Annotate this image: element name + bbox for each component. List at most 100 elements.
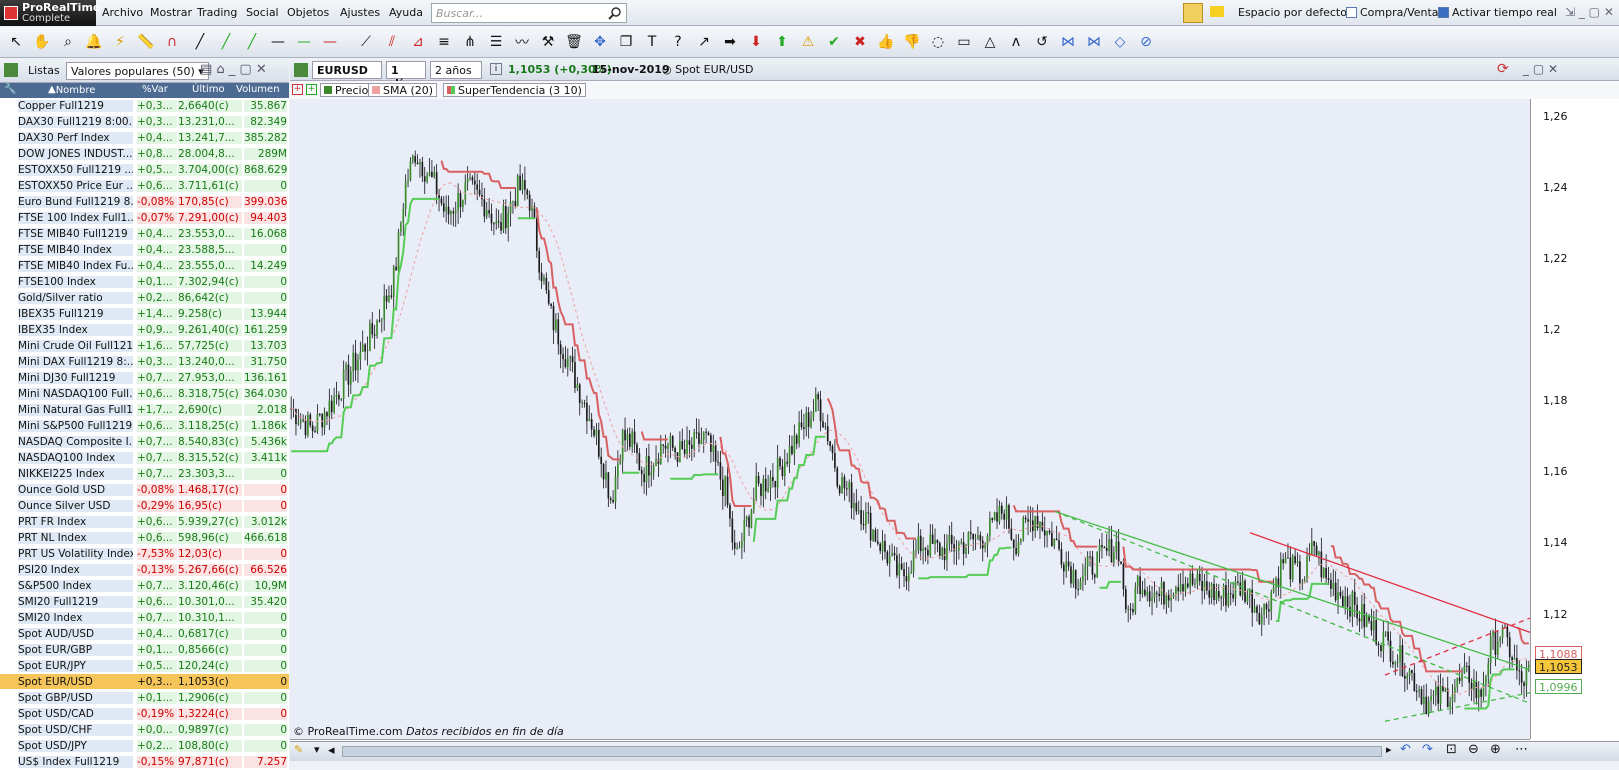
list-item[interactable]: Gold/Silver ratio +0,2... 86,642(c) 0 bbox=[0, 290, 289, 306]
channel2-icon[interactable]: ⊿ bbox=[408, 32, 428, 52]
triangle-icon[interactable]: △ bbox=[980, 32, 1000, 52]
settings-icon[interactable]: 🔧 bbox=[4, 84, 16, 95]
remove-indicator-icon[interactable]: + bbox=[292, 84, 303, 95]
hline-icon[interactable]: — bbox=[268, 32, 288, 52]
arrow-icon[interactable]: ↗ bbox=[694, 32, 714, 52]
wave-icon[interactable]: 〰 bbox=[512, 32, 532, 52]
scroll-left-icon[interactable]: ◂ bbox=[328, 743, 335, 758]
list-item[interactable]: Copper Full1219 +0,3... 2,6640(c) 35.867 bbox=[0, 98, 289, 114]
thumbs-up-icon[interactable]: 👍 bbox=[876, 32, 896, 52]
menu-trading[interactable]: Trading bbox=[197, 6, 237, 19]
segment-icon[interactable]: ⟋ bbox=[356, 32, 376, 52]
list-item[interactable]: Spot AUD/USD +0,4... 0,6817(c) 0 bbox=[0, 626, 289, 642]
zoom-out-icon[interactable]: ⊖ bbox=[1468, 742, 1479, 757]
list-item[interactable]: Mini DJ30 Full1219 +0,7... 27.953,0... 136.… bbox=[0, 370, 289, 386]
list-item[interactable]: S&P500 Index +0,7... 3.120,46(c) 10,9M bbox=[0, 578, 289, 594]
hand-icon[interactable]: ✋ bbox=[32, 32, 52, 52]
lists-label[interactable]: Listas bbox=[28, 64, 60, 77]
zoom-fit-icon[interactable]: ⊡ bbox=[1446, 742, 1457, 757]
list-item[interactable]: Spot GBP/USD +0,1... 1,2906(c) 0 bbox=[0, 690, 289, 706]
zoom-in-icon[interactable]: ⊕ bbox=[1490, 742, 1501, 757]
window-controls-icon[interactable]: ⇲ _ ▢ ✕ bbox=[1565, 5, 1614, 19]
info-icon[interactable]: i bbox=[490, 63, 502, 75]
list-item[interactable]: Ounce Gold USD -0,08% 1.468,17(c) 0 bbox=[0, 482, 289, 498]
hline-green-icon[interactable]: — bbox=[294, 32, 314, 52]
scroll-right-icon[interactable]: ▸ bbox=[1386, 743, 1392, 756]
range-select[interactable]: 2 años ▾ bbox=[430, 61, 482, 90]
draw-mode-icon[interactable]: ✎ bbox=[294, 743, 303, 756]
check-icon[interactable]: ✔ bbox=[824, 32, 844, 52]
buysell-toggle[interactable]: Compra/Venta bbox=[1346, 6, 1439, 19]
list-item[interactable]: IBEX35 Full1219 +1,4... 9.258(c) 13.944 bbox=[0, 306, 289, 322]
list-item[interactable]: NASDAQ100 Index +0,7... 8.315,52(c) 3.411k bbox=[0, 450, 289, 466]
list-item[interactable]: SMI20 Index +0,7... 10.310,1... 0 bbox=[0, 610, 289, 626]
lasso-icon[interactable]: ◌ bbox=[928, 32, 948, 52]
list-item[interactable]: PSI20 Index -0,13% 5.267,66(c) 66.526 bbox=[0, 562, 289, 578]
list-item[interactable]: PRT NL Index +0,6... 598,96(c) 466.618 bbox=[0, 530, 289, 546]
text-icon[interactable]: T bbox=[642, 32, 662, 52]
legend-supertrend[interactable]: SuperTendencia (3 10) bbox=[443, 83, 586, 97]
period-select[interactable]: 1 día ▾ bbox=[386, 61, 426, 90]
channel-icon[interactable]: ⫽ bbox=[382, 32, 402, 52]
fibo-icon[interactable]: ≡ bbox=[434, 32, 454, 52]
list-item[interactable]: Mini DAX Full1219 8:... +0,3... 13.240,0..… bbox=[0, 354, 289, 370]
list-item[interactable]: NASDAQ Composite I... +0,7... 8.540,83(c) 5… bbox=[0, 434, 289, 450]
pitchfork-icon[interactable]: ⋔ bbox=[460, 32, 480, 52]
comment-icon[interactable]: ? bbox=[668, 32, 688, 52]
magnet-icon[interactable]: ∩ bbox=[162, 32, 182, 52]
list-item[interactable]: Spot USD/CHF +0,0... 0,9897(c) 0 bbox=[0, 722, 289, 738]
list-item[interactable]: DAX30 Full1219 8:00... +0,3... 13.231,0...… bbox=[0, 114, 289, 130]
draw-toggle-icon[interactable] bbox=[1183, 3, 1203, 23]
hline-red-icon[interactable]: — bbox=[320, 32, 340, 52]
zigzag-icon[interactable]: ᴧ bbox=[1006, 32, 1026, 52]
list-item[interactable]: Mini NASDAQ100 Full... +0,6... 8.318,75(c)… bbox=[0, 386, 289, 402]
cross-icon[interactable]: ✖ bbox=[850, 32, 870, 52]
refresh-icon[interactable]: ⟳ bbox=[1497, 61, 1509, 77]
thumbs-down-icon[interactable]: 👎 bbox=[902, 32, 922, 52]
menu-ayuda[interactable]: Ayuda bbox=[389, 6, 423, 19]
list-item[interactable]: ESTOXX50 Price Eur ... +0,6... 3.711,61(c)… bbox=[0, 178, 289, 194]
list-tools-icon[interactable]: ▤ ⌂ _ ▢ ✕ bbox=[200, 62, 267, 77]
trash-icon[interactable]: 🗑 bbox=[564, 32, 584, 52]
bottom-menu-icon[interactable]: ▾ bbox=[314, 743, 320, 756]
list-item[interactable]: PRT US Volatility Index -7,53% 12,03(c) 0 bbox=[0, 546, 289, 562]
list-item[interactable]: FTSE MIB40 Full1219 +0,4... 23.553,0... 16.… bbox=[0, 226, 289, 242]
legend-sma[interactable]: SMA (20) bbox=[368, 83, 438, 97]
undo-icon[interactable]: ↶ bbox=[1400, 742, 1411, 757]
zoom-icon[interactable]: ⌕ bbox=[58, 32, 78, 52]
list-item[interactable]: Spot EUR/USD +0,3... 1,1053(c) 0 bbox=[0, 674, 289, 690]
search-input[interactable]: Buscar... bbox=[431, 3, 627, 23]
pattern2-icon[interactable]: ⋈ bbox=[1084, 32, 1104, 52]
list-item[interactable]: Spot EUR/GBP +0,1... 0,8566(c) 0 bbox=[0, 642, 289, 658]
list-item[interactable]: DOW JONES INDUST... +0,8... 28.004,8... 289… bbox=[0, 146, 289, 162]
alert-icon[interactable]: 🔔 bbox=[84, 32, 104, 52]
arrow-right-icon[interactable]: ➡ bbox=[720, 32, 740, 52]
list-item[interactable]: Mini Natural Gas Full1... +1,7... 2,690(c)… bbox=[0, 402, 289, 418]
line-icon[interactable]: ╱ bbox=[190, 32, 210, 52]
list-item[interactable]: US$ Index Full1219 -0,15% 97,871(c) 7.257 bbox=[0, 754, 289, 770]
list-item[interactable]: Mini S&P500 Full1219 +0,6... 3.118,25(c) 1.… bbox=[0, 418, 289, 434]
buysell-checkbox[interactable] bbox=[1346, 7, 1357, 18]
cursor-icon[interactable]: ↖ bbox=[6, 32, 26, 52]
ruler-icon[interactable]: 📏 bbox=[136, 32, 156, 52]
menu-mostrar[interactable]: Mostrar bbox=[150, 6, 192, 19]
menu-ajustes[interactable]: Ajustes bbox=[340, 6, 380, 19]
list-item[interactable]: IBEX35 Index +0,9... 9.261,40(c) 161.259 bbox=[0, 322, 289, 338]
list-item[interactable]: DAX30 Perf Index +0,4... 13.241,7... 385.28… bbox=[0, 130, 289, 146]
alert-line-icon[interactable]: ⚡ bbox=[110, 32, 130, 52]
flag-icon[interactable] bbox=[1210, 6, 1224, 17]
move-icon[interactable]: ✥ bbox=[590, 32, 610, 52]
col-name[interactable]: ▲ Nombre bbox=[48, 84, 95, 96]
menu-social[interactable]: Social bbox=[246, 6, 279, 19]
search-icon[interactable] bbox=[608, 6, 622, 20]
menu-archivo[interactable]: Archivo bbox=[102, 6, 143, 19]
warning-icon[interactable]: ⚠ bbox=[798, 32, 818, 52]
redo-icon[interactable]: ↷ bbox=[1422, 742, 1433, 757]
arrow-down-icon[interactable]: ⬇ bbox=[746, 32, 766, 52]
list-item[interactable]: Spot USD/JPY +0,2... 108,80(c) 0 bbox=[0, 738, 289, 754]
chart-window-controls-icon[interactable]: _ ▢ ✕ bbox=[1523, 62, 1558, 76]
price-axis[interactable]: 1,26 1,24 1,22 1,2 1,18 1,16 1,14 1,12 bbox=[1530, 99, 1619, 739]
col-volume[interactable]: Volumen bbox=[236, 84, 280, 95]
list-item[interactable]: Ounce Silver USD -0,29% 16,95(c) 0 bbox=[0, 498, 289, 514]
ray-icon[interactable]: ╱ bbox=[242, 32, 262, 52]
